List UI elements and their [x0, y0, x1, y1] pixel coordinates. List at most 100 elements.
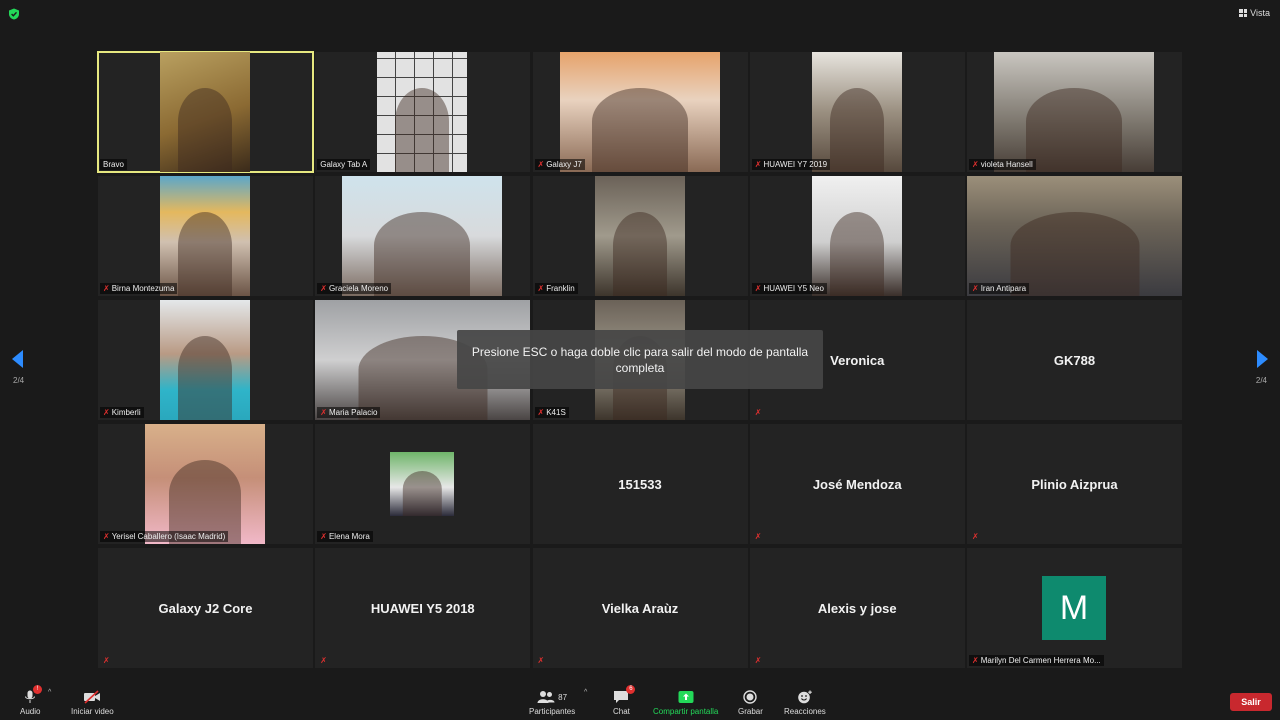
participants-count: 87: [558, 692, 568, 702]
participant-tile[interactable]: Vielka Araùz ✗: [532, 548, 748, 668]
participant-tile[interactable]: José Mendoza ✗: [749, 424, 965, 544]
muted-microphone-icon: ✗: [320, 656, 327, 665]
participant-label: ✗: [752, 531, 767, 542]
participant-tile[interactable]: Plinio Aizprua ✗: [967, 424, 1182, 544]
participant-label: ✗ Iran Antipara: [969, 283, 1030, 294]
muted-microphone-icon: ✗: [537, 408, 545, 417]
participant-tile[interactable]: ✗ Kimberli: [98, 300, 313, 420]
record-button[interactable]: Grabar: [738, 690, 763, 716]
participant-tile[interactable]: Alexis y jose ✗: [749, 548, 965, 668]
reactions-label: Reacciones: [784, 707, 826, 716]
participant-display-name: Galaxy J2 Core: [158, 600, 253, 616]
participant-label: ✗ violeta Hansell: [969, 159, 1036, 170]
participant-silhouette: [829, 88, 884, 172]
reactions-button[interactable]: Reacciones: [784, 690, 826, 716]
participant-video: [390, 452, 455, 516]
start-video-button[interactable]: Iniciar video: [71, 690, 114, 716]
video-off-icon: [84, 690, 101, 704]
participant-display-name: José Mendoza: [812, 476, 902, 492]
page-indicator-right: 2/4: [1255, 376, 1267, 385]
participants-button[interactable]: 87 Participantes: [529, 690, 575, 716]
participant-label: ✗ HUAWEI Y7 2019: [751, 159, 831, 170]
record-label: Grabar: [738, 707, 763, 716]
participant-silhouette: [829, 212, 884, 296]
participant-video: [160, 52, 250, 172]
participant-tile[interactable]: ✗ HUAWEI Y5 Neo: [749, 176, 965, 296]
participant-silhouette: [1010, 212, 1139, 296]
share-screen-button[interactable]: Compartir pantalla: [653, 690, 718, 716]
muted-microphone-icon: ✗: [754, 532, 762, 541]
participant-label: ✗: [100, 655, 115, 666]
participant-silhouette: [178, 336, 232, 420]
share-screen-icon: [678, 691, 694, 703]
participant-label-text: Graciela Moreno: [328, 284, 389, 293]
participant-label: ✗: [969, 531, 984, 542]
view-button[interactable]: Vista: [1239, 8, 1270, 18]
audio-button[interactable]: ! Audio: [20, 685, 43, 716]
participant-avatar: M: [1042, 576, 1106, 640]
muted-microphone-icon: ✗: [103, 408, 110, 417]
participant-label: ✗: [317, 655, 332, 666]
participant-label-text: Iran Antipara: [980, 284, 1027, 293]
audio-options-caret-icon[interactable]: ^: [48, 689, 51, 696]
participant-label-text: HUAWEI Y5 Neo: [763, 284, 824, 293]
participant-video: [967, 176, 1182, 296]
participant-tile[interactable]: ✗ Iran Antipara: [967, 176, 1182, 296]
meeting-toolbar: ! Audio ^ Iniciar video 87 Participantes…: [0, 680, 1280, 720]
participants-icon: [537, 691, 555, 703]
participant-tile[interactable]: ✗ violeta Hansell: [967, 52, 1182, 172]
muted-microphone-icon: ✗: [320, 284, 327, 293]
participant-label-text: Maria Palacio: [328, 408, 378, 417]
participant-silhouette: [612, 212, 667, 296]
next-page-arrow-icon[interactable]: [1257, 350, 1268, 368]
shield-check-icon[interactable]: [8, 8, 20, 20]
muted-microphone-icon: ✗: [754, 160, 762, 169]
participant-tile[interactable]: M ✗ Marilyn Del Carmen Herrera Mo...: [967, 548, 1182, 668]
participant-label: ✗ Galaxy J7: [534, 159, 585, 170]
participant-tile[interactable]: Bravo: [97, 51, 314, 173]
participant-label: ✗: [752, 407, 767, 418]
participant-display-name: Alexis y jose: [817, 600, 897, 616]
participant-label: ✗ Birna Montezuma: [100, 283, 178, 294]
muted-microphone-icon: ✗: [754, 408, 762, 417]
participant-tile[interactable]: ✗ Franklin: [532, 176, 748, 296]
participants-options-caret-icon[interactable]: ^: [584, 689, 587, 696]
chat-button[interactable]: 6 Chat: [613, 685, 636, 716]
participant-tile[interactable]: ✗ HUAWEI Y7 2019: [749, 52, 965, 172]
leave-button[interactable]: Salir: [1230, 693, 1272, 711]
participant-tile[interactable]: ✗ Graciela Moreno: [315, 176, 531, 296]
muted-microphone-icon: ✗: [537, 284, 545, 293]
participant-video: [594, 176, 685, 296]
participant-tile[interactable]: GK788: [967, 300, 1182, 420]
participant-silhouette: [178, 212, 232, 296]
participant-label: Bravo: [100, 159, 127, 170]
start-video-label: Iniciar video: [71, 707, 114, 716]
participant-tile[interactable]: HUAWEI Y5 2018 ✗: [315, 548, 531, 668]
chat-unread-badge: 6: [626, 685, 636, 694]
participant-tile[interactable]: ✗ Birna Montezuma: [98, 176, 313, 296]
smiley-add-icon: [798, 690, 812, 704]
participant-tile[interactable]: 151533: [532, 424, 748, 544]
participant-label: ✗ Yerisel Caballero (Isaac Madrid): [100, 531, 229, 542]
participant-tile[interactable]: ✗ Yerisel Caballero (Isaac Madrid): [98, 424, 313, 544]
participant-label-text: Yerisel Caballero (Isaac Madrid): [111, 532, 226, 541]
participant-silhouette: [403, 471, 442, 516]
participant-tile[interactable]: ✗ Galaxy J7: [532, 52, 748, 172]
participant-label-text: Kimberli: [111, 408, 141, 417]
participant-tile[interactable]: ✗ Elena Mora: [315, 424, 531, 544]
participant-video: [145, 424, 265, 544]
muted-microphone-icon: ✗: [972, 284, 979, 293]
page-indicator-left: 2/4: [13, 376, 25, 385]
participant-display-name: Plinio Aizprua: [1031, 476, 1118, 492]
muted-microphone-icon: ✗: [972, 532, 979, 541]
record-icon: [743, 690, 758, 704]
participant-label: ✗ Marilyn Del Carmen Herrera Mo...: [969, 655, 1104, 666]
participant-tile[interactable]: Galaxy Tab A: [315, 52, 531, 172]
audio-label: Audio: [20, 707, 41, 716]
participant-video: [160, 176, 250, 296]
participant-label: ✗ Elena Mora: [317, 531, 373, 542]
participant-tile[interactable]: Galaxy J2 Core ✗: [98, 548, 313, 668]
participant-silhouette: [591, 88, 688, 172]
participant-label-text: HUAWEI Y7 2019: [763, 160, 828, 169]
previous-page-arrow-icon[interactable]: [12, 350, 23, 368]
